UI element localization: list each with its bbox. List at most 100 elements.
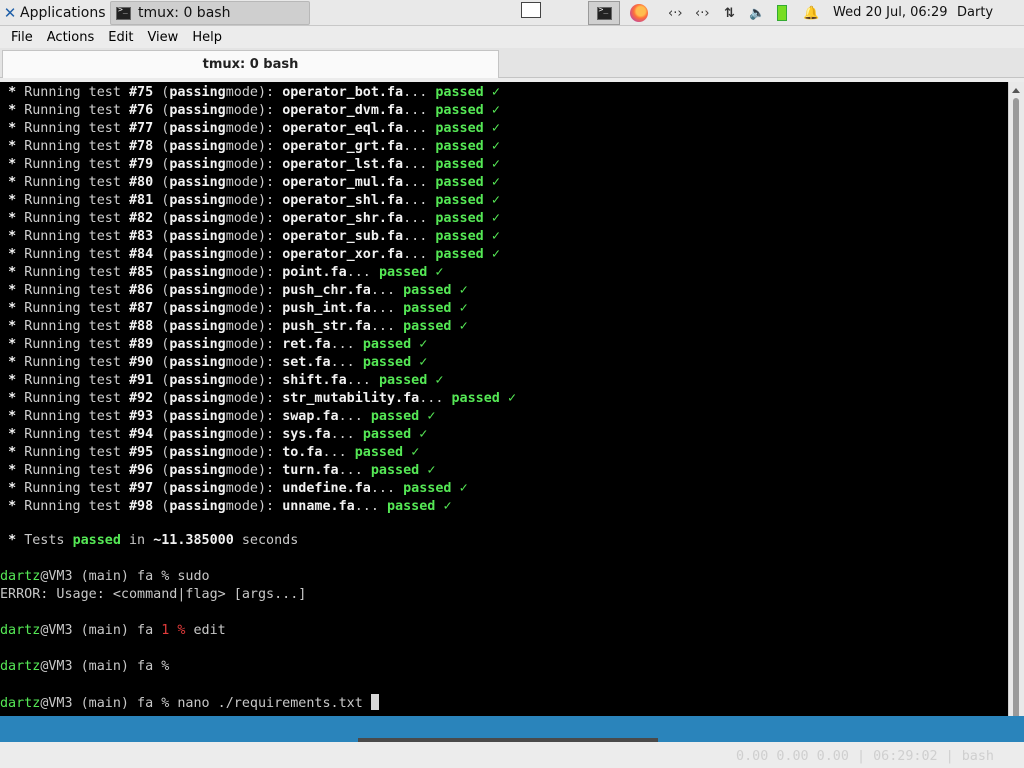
bullet: * [8, 319, 17, 334]
bullet: * [8, 193, 17, 208]
test-result-line: * Running test #97 (passingmode): undefi… [8, 481, 468, 496]
firefox-icon [630, 4, 648, 22]
check-icon: ✓ [419, 337, 428, 352]
tab-bar: tmux: 0 bash [0, 48, 1024, 78]
user-menu[interactable]: Darty uwu [957, 0, 1024, 46]
test-mode-suffix: mode): [225, 139, 275, 154]
check-icon: ✓ [491, 229, 500, 244]
tmux-status-right: 0.00 0.00 0.00 | 06:29:02 | bash [736, 749, 994, 764]
test-status: passed [387, 499, 436, 514]
battery-icon[interactable] [777, 0, 787, 26]
test-status: passed [435, 121, 484, 136]
test-status: passed [435, 175, 484, 190]
test-mode-suffix: mode): [225, 409, 275, 424]
test-mode-suffix: mode): [225, 121, 275, 136]
test-file: operator_shr.fa [282, 211, 404, 226]
test-number: #83 [129, 229, 154, 244]
test-mode-suffix: mode): [225, 499, 275, 514]
test-mode: passing [169, 355, 226, 370]
bullet: * [8, 337, 17, 352]
ellipsis: ... [354, 499, 379, 514]
test-prefix: Running test [24, 301, 121, 316]
menu-file[interactable]: File [4, 30, 40, 45]
menu-edit[interactable]: Edit [101, 30, 140, 45]
test-result-line: * Running test #82 (passingmode): operat… [8, 211, 500, 226]
desktop-background [0, 716, 1024, 742]
bullet: * [8, 445, 17, 460]
test-number: #80 [129, 175, 154, 190]
network-icon[interactable]: ‹·› [668, 0, 683, 26]
test-number: #82 [129, 211, 154, 226]
menu-help[interactable]: Help [185, 30, 229, 45]
scrollbar-thumb[interactable] [1013, 98, 1019, 724]
test-status: passed [435, 139, 484, 154]
taskbar-tmux-button[interactable]: tmux: 0 bash [110, 1, 310, 25]
check-icon: ✓ [419, 355, 428, 370]
test-prefix: Running test [24, 139, 121, 154]
test-status: passed [370, 409, 420, 424]
test-status: passed [354, 445, 404, 460]
menu-actions[interactable]: Actions [40, 30, 102, 45]
clock[interactable]: Wed 20 Jul, 06:29 [833, 0, 948, 26]
test-result-line: * Running test #80 (passingmode): operat… [8, 175, 500, 190]
launcher-firefox-button[interactable] [622, 1, 656, 25]
menu-view[interactable]: View [140, 30, 185, 45]
test-prefix: Running test [24, 193, 121, 208]
check-icon: ✓ [491, 103, 500, 118]
test-mode: passing [169, 211, 226, 226]
test-file: operator_dvm.fa [282, 103, 404, 118]
test-result-line: * Running test #78 (passingmode): operat… [8, 139, 500, 154]
check-icon: ✓ [443, 499, 452, 514]
test-status: passed [435, 229, 484, 244]
test-result-line: * Running test #96 (passingmode): turn.f… [8, 463, 436, 478]
test-prefix: Running test [24, 121, 121, 136]
test-mode-suffix: mode): [225, 337, 275, 352]
network-icon-2[interactable]: ‹·› [695, 0, 710, 26]
test-file: push_chr.fa [282, 283, 371, 298]
notification-bell-icon[interactable]: 🔔 [803, 0, 819, 26]
test-status: passed [378, 265, 428, 280]
test-status: passed [362, 427, 412, 442]
transfer-arrows-icon[interactable]: ⇅ [724, 0, 735, 26]
bullet: * [8, 283, 17, 298]
test-result-line: * Running test #88 (passingmode): push_s… [8, 319, 468, 334]
test-mode: passing [169, 175, 226, 190]
scroll-up-icon[interactable] [1012, 88, 1020, 93]
test-status: passed [362, 355, 412, 370]
check-icon: ✓ [491, 193, 500, 208]
test-mode: passing [169, 85, 226, 100]
terminal-scrollbar[interactable] [1008, 82, 1024, 742]
check-icon: ✓ [491, 247, 500, 262]
test-mode: passing [169, 193, 226, 208]
launcher-terminal-button[interactable] [588, 1, 620, 25]
terminal-output[interactable]: * Running test #75 (passingmode): operat… [0, 82, 1008, 764]
test-mode: passing [169, 463, 226, 478]
test-number: #77 [129, 121, 154, 136]
test-mode: passing [169, 373, 226, 388]
check-icon: ✓ [491, 85, 500, 100]
test-prefix: Running test [24, 445, 121, 460]
tab-tmux[interactable]: tmux: 0 bash [2, 50, 499, 78]
test-number: #84 [129, 247, 154, 262]
check-icon: ✓ [491, 175, 500, 190]
test-prefix: Running test [24, 499, 121, 514]
test-mode-suffix: mode): [225, 175, 275, 190]
test-number: #98 [129, 499, 154, 514]
test-status: passed [435, 247, 484, 262]
check-icon: ✓ [507, 391, 516, 406]
test-prefix: Running test [24, 229, 121, 244]
workspace-switcher[interactable] [521, 2, 541, 18]
test-file: operator_xor.fa [282, 247, 404, 262]
ellipsis: ... [403, 121, 428, 136]
ellipsis: ... [346, 265, 371, 280]
applications-menu[interactable]: ✕ Applications ⋮ [0, 0, 119, 26]
applications-label: Applications [20, 5, 106, 21]
test-result-line: * Running test #85 (passingmode): point.… [8, 265, 444, 280]
terminal-icon [596, 5, 612, 20]
test-file: operator_grt.fa [282, 139, 404, 154]
volume-icon[interactable]: 🔈 [749, 0, 765, 26]
test-number: #90 [129, 355, 154, 370]
test-number: #88 [129, 319, 154, 334]
test-status: passed [362, 337, 412, 352]
test-number: #85 [129, 265, 154, 280]
